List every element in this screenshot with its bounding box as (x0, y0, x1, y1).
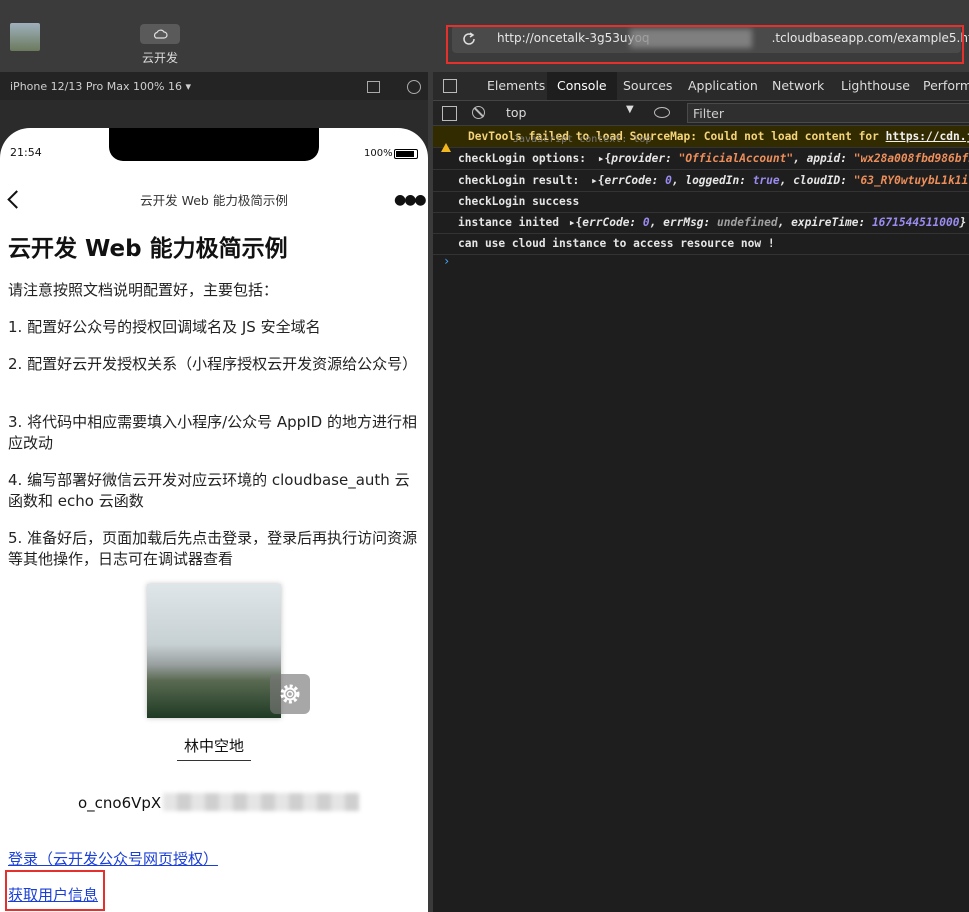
gear-icon (280, 684, 300, 704)
object-preview[interactable]: ▸{errCode: 0, loggedIn: true, cloudID: "… (591, 174, 968, 187)
devtools-tabbar: Elements Console Sources Application Net… (433, 72, 969, 101)
sidebar-toggle-icon[interactable] (442, 106, 457, 121)
console-warning-row: DevTools failed to load SourceMap: Could… (433, 126, 969, 152)
console-label: instance inited (458, 216, 560, 229)
warning-link[interactable]: https://cdn.jsde (886, 130, 969, 143)
tab-application[interactable]: Application (688, 78, 758, 93)
step-2: 2. 配置好云开发授权关系（小程序授权云开发资源给公众号） (8, 355, 418, 373)
rotate-icon[interactable] (407, 80, 421, 94)
eye-icon[interactable] (654, 107, 670, 118)
console-row: checkLogin success (433, 191, 969, 213)
console-label: can use cloud instance to access resourc… (458, 237, 775, 250)
cloud-dev-button[interactable] (140, 24, 180, 44)
battery-percent: 100% (364, 148, 393, 159)
console-label: checkLogin options: (458, 152, 586, 165)
step-3: 3. 将代码中相应需要填入小程序/公众号 AppID 的地方进行相应改动 (8, 413, 417, 452)
phone-notch (109, 128, 319, 161)
console-row: checkLogin result: ▸{errCode: 0, loggedI… (433, 170, 969, 192)
nav-title: 云开发 Web 能力极简示例 (140, 193, 288, 208)
userinfo-highlight-box (5, 870, 105, 911)
console-row: instance inited ▸{errCode: 0, errMsg: un… (433, 212, 969, 234)
console-row: checkLogin options: ▸{provider: "Officia… (433, 148, 969, 170)
url-highlight-box (446, 25, 964, 64)
openid-redaction (163, 793, 359, 811)
project-thumbnail[interactable] (10, 23, 40, 51)
console-prompt[interactable]: › (443, 254, 450, 268)
more-icon[interactable]: ●●● (394, 192, 427, 208)
tab-elements[interactable]: Elements (487, 78, 545, 93)
context-selector[interactable]: top (506, 105, 526, 120)
clear-console-icon[interactable] (472, 106, 485, 119)
battery-icon (394, 149, 418, 159)
tab-sources[interactable]: Sources (623, 78, 672, 93)
user-openid: o_cno6VpX (78, 794, 162, 812)
device-selector[interactable]: iPhone 12/13 Pro Max 100% 16 ▾ (10, 80, 191, 93)
object-preview[interactable]: ▸{provider: "OfficialAccount", appid: "w… (598, 152, 969, 165)
device-bar: iPhone 12/13 Pro Max 100% 16 ▾ (0, 72, 432, 100)
cloud-icon (153, 29, 168, 39)
tab-performance[interactable]: Performa (923, 78, 969, 93)
cloud-dev-label: 云开发 (142, 51, 179, 65)
inspect-icon[interactable] (443, 79, 457, 93)
tab-lighthouse[interactable]: Lighthouse (841, 78, 910, 93)
screenshot-icon[interactable] (367, 81, 380, 93)
phone-screen: 21:54 100% 云开发 Web 能力极简示例 ●●● 云开发 Web 能力… (0, 128, 428, 912)
login-link[interactable]: 登录（云开发公众号网页授权） (8, 848, 218, 869)
settings-button[interactable] (270, 674, 310, 714)
step-1: 1. 配置好公众号的授权回调域名及 JS 安全域名 (8, 318, 321, 336)
status-time: 21:54 (10, 146, 42, 159)
tab-console[interactable]: Console (547, 72, 617, 100)
user-nickname: 林中空地 (177, 735, 251, 761)
step-4: 4. 编写部署好微信云开发对应云环境的 cloudbase_auth 云函数和 … (8, 471, 410, 510)
console-label: checkLogin success (458, 195, 580, 208)
chevron-down-icon[interactable]: ▼ (626, 104, 634, 115)
tab-network[interactable]: Network (772, 78, 824, 93)
console-output: DevTools failed to load SourceMap: Could… (433, 126, 969, 912)
filter-input[interactable]: Filter (687, 103, 969, 123)
object-preview[interactable]: ▸{errCode: 0, errMsg: undefined, expireT… (569, 216, 966, 229)
context-hint: JavaScript context: top (513, 134, 652, 145)
console-toolbar: top ▼ Filter (433, 101, 969, 126)
console-label: checkLogin result: (458, 174, 580, 187)
step-5: 5. 准备好后，页面加载后先点击登录，登录后再执行访问资源等其他操作，日志可在调… (8, 529, 418, 568)
user-avatar (147, 584, 281, 718)
intro-text: 请注意按照文档说明配置好，主要包括： (8, 281, 279, 299)
page-heading: 云开发 Web 能力极简示例 (8, 236, 288, 262)
console-row: can use cloud instance to access resourc… (433, 233, 969, 255)
